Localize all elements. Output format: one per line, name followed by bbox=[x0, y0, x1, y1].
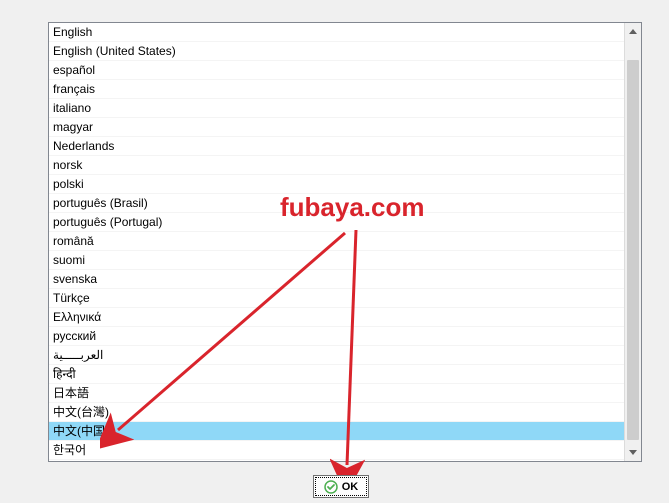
ok-button-label: OK bbox=[342, 481, 359, 493]
language-item[interactable]: svenska bbox=[49, 270, 624, 289]
scroll-thumb[interactable] bbox=[627, 60, 639, 440]
language-item[interactable]: العربـــــية bbox=[49, 346, 624, 365]
language-item[interactable]: Nederlands bbox=[49, 137, 624, 156]
language-item[interactable]: 日本語 bbox=[49, 384, 624, 403]
language-item[interactable]: suomi bbox=[49, 251, 624, 270]
language-item[interactable]: română bbox=[49, 232, 624, 251]
language-item[interactable]: русский bbox=[49, 327, 624, 346]
language-item[interactable]: हिन्दी bbox=[49, 365, 624, 384]
scrollbar[interactable] bbox=[624, 23, 641, 461]
language-item[interactable]: polski bbox=[49, 175, 624, 194]
language-item[interactable]: English (United States) bbox=[49, 42, 624, 61]
scroll-track[interactable] bbox=[625, 40, 641, 444]
language-item[interactable]: English bbox=[49, 23, 624, 42]
language-item[interactable]: 한국어 bbox=[49, 441, 624, 460]
language-item[interactable]: Türkçe bbox=[49, 289, 624, 308]
language-item[interactable]: italiano bbox=[49, 99, 624, 118]
language-item[interactable]: español bbox=[49, 61, 624, 80]
language-item[interactable]: 中文(中国) bbox=[49, 422, 624, 441]
language-item[interactable]: Ελληνικά bbox=[49, 308, 624, 327]
scroll-up-button[interactable] bbox=[625, 23, 641, 40]
language-item[interactable]: 中文(台灣) bbox=[49, 403, 624, 422]
language-item[interactable]: français bbox=[49, 80, 624, 99]
language-item[interactable]: português (Brasil) bbox=[49, 194, 624, 213]
language-item[interactable]: norsk bbox=[49, 156, 624, 175]
scroll-down-button[interactable] bbox=[625, 444, 641, 461]
language-item[interactable]: português (Portugal) bbox=[49, 213, 624, 232]
ok-button[interactable]: OK bbox=[313, 475, 369, 498]
language-list-inner: EnglishEnglish (United States)españolfra… bbox=[49, 23, 624, 461]
language-item[interactable]: magyar bbox=[49, 118, 624, 137]
language-listbox[interactable]: EnglishEnglish (United States)españolfra… bbox=[48, 22, 642, 462]
check-circle-icon bbox=[324, 480, 338, 494]
